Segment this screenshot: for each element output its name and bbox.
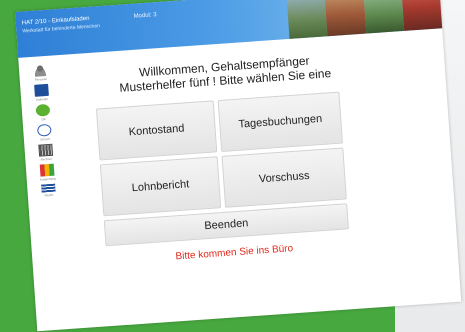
sidebar-item-clock[interactable]: Uhrzeit	[28, 123, 61, 142]
banner-photo	[400, 0, 443, 31]
sidebar-item-label: Kalender	[36, 96, 49, 102]
header-banner	[286, 0, 443, 39]
vorschuss-button[interactable]: Vorschuss	[221, 147, 347, 208]
banner-photo	[286, 0, 328, 39]
sidebar-item-calculator[interactable]: Rechner	[29, 143, 62, 162]
app-screen: HAT 2/10 - Einkaufsladen Werkstatt für b…	[15, 0, 462, 332]
sidebar-item-ok[interactable]: OK	[27, 103, 60, 122]
sidebar-item-label: Auswertung	[39, 176, 56, 182]
sidebar: Personal Kalender OK Uhrzeit Rechner Aus…	[18, 55, 79, 331]
sidebar-item-label: Uhrzeit	[40, 136, 50, 142]
kontostand-button[interactable]: Kontostand	[95, 100, 218, 161]
chart-icon	[39, 163, 55, 177]
table-icon	[41, 183, 56, 193]
check-icon	[35, 103, 51, 117]
sidebar-item-chart[interactable]: Auswertung	[31, 163, 64, 182]
sidebar-item-personal[interactable]: Personal	[24, 63, 57, 82]
sidebar-item-label: Personal	[34, 76, 47, 82]
sidebar-item-label: Tabelle	[43, 192, 54, 198]
person-icon	[32, 63, 48, 77]
sidebar-item-calendar[interactable]: Kalender	[25, 83, 58, 102]
calendar-icon	[34, 83, 49, 97]
lohnbericht-button[interactable]: Lohnbericht	[99, 156, 222, 217]
banner-photo	[324, 0, 366, 37]
module-label: Modul: 3	[133, 12, 157, 20]
calculator-icon	[38, 143, 54, 157]
tagesbuchungen-button[interactable]: Tagesbuchungen	[217, 91, 343, 152]
sidebar-item-label: Rechner	[40, 156, 53, 162]
sidebar-item-table[interactable]: Tabelle	[32, 183, 65, 198]
menu-buttons: Kontostand Tagesbuchungen Lohnbericht Vo…	[90, 87, 362, 253]
sidebar-item-label: OK	[41, 117, 46, 122]
clock-icon	[36, 123, 52, 137]
banner-photo	[362, 0, 405, 34]
app-header: HAT 2/10 - Einkaufsladen Werkstatt für b…	[15, 0, 443, 58]
